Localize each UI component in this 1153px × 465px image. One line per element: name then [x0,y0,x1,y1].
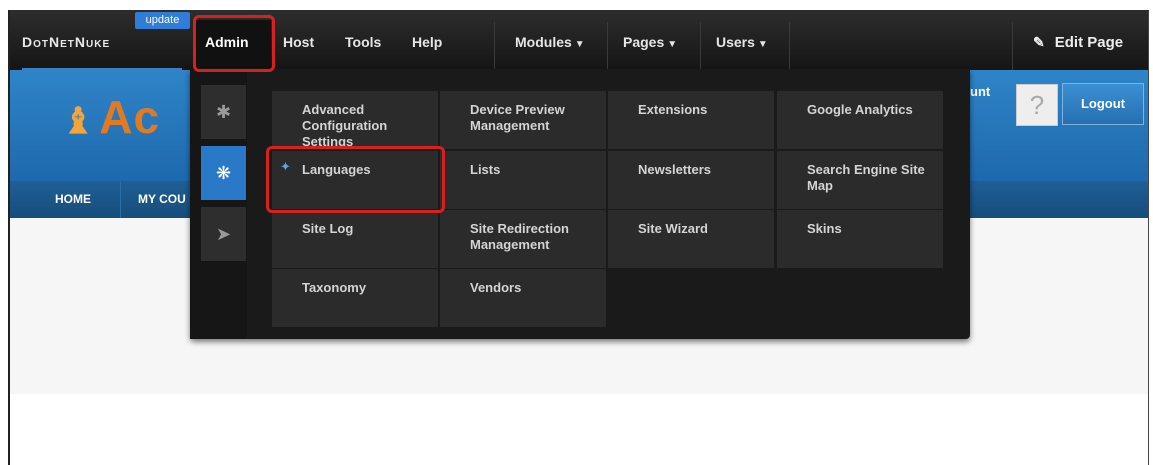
pencil-icon: ✎ [1033,34,1045,50]
site-nav-home[interactable]: HOME [55,181,91,218]
menu-tile-google-analytics[interactable]: Google Analytics [777,91,943,149]
menu-modules[interactable]: Modules ▼ [515,34,585,50]
admin-side-tabs: ✱ ❋ ➤ [190,69,247,339]
caret-down-icon: ▼ [574,39,585,50]
tile-label: Site Wizard [638,221,708,236]
edit-page-button[interactable]: ✎ Edit Page [1033,34,1123,51]
tile-label: Languages [302,162,371,177]
site-logo[interactable]: ♝Ac [62,90,160,144]
logo-people-icon: ♝ [62,100,96,141]
menu-users-label: Users [716,34,755,50]
divider [1012,22,1013,70]
caret-down-icon: ▼ [667,39,678,50]
edit-page-label: Edit Page [1054,34,1124,51]
tile-label: Extensions [638,102,708,117]
menu-tile-search-engine-site-map[interactable]: Search Engine Site Map [777,151,943,209]
menu-admin-label: Admin [205,34,249,50]
languages-icon: ✦ [280,159,291,174]
tile-label: Skins [807,221,842,236]
divider [494,22,495,70]
menu-tile-skins[interactable]: Skins [777,210,943,268]
menu-tile-advanced-configuration[interactable]: Advanced Configuration Settings [272,91,438,149]
tile-label: Lists [470,162,501,177]
avatar[interactable]: ? [1016,84,1058,126]
logout-button[interactable]: Logout [1062,83,1144,125]
site-nav-courses[interactable]: MY COU [138,181,186,218]
menu-tile-languages[interactable]: ✦ Languages [272,151,438,209]
gears-icon[interactable]: ❋ [201,146,246,200]
menu-help[interactable]: Help [412,34,442,50]
menu-tile-site-redirection[interactable]: Site Redirection Management [440,210,606,268]
menu-host[interactable]: Host [283,34,314,50]
divider [120,181,121,218]
pin-icon[interactable]: ➤ [201,207,246,261]
tile-label: Search Engine Site Map [807,162,925,193]
caret-down-icon: ▼ [757,39,768,50]
tile-label: Vendors [470,280,522,295]
menu-tile-device-preview[interactable]: Device Preview Management [440,91,606,149]
menu-tile-site-wizard[interactable]: Site Wizard [608,210,774,268]
tile-label: Device Preview Management [470,102,565,133]
tile-label: Site Redirection Management [470,221,569,252]
frame-border [8,10,10,465]
admin-mega-menu: ✱ ❋ ➤ Advanced Configuration Settings De… [190,69,970,339]
tile-label: Google Analytics [807,102,913,117]
menu-modules-label: Modules [515,34,572,50]
tile-label: Newsletters [638,162,711,177]
update-badge[interactable]: update [135,12,190,29]
tile-label: Advanced Configuration Settings [302,102,388,149]
account-link[interactable]: unt [970,84,1014,126]
tile-label: Site Log [302,221,354,236]
dotnetnuke-logo[interactable]: DotNetNuke [22,34,110,50]
menu-tile-site-log[interactable]: Site Log [272,210,438,268]
menu-users[interactable]: Users ▼ [716,34,768,50]
menu-tile-lists[interactable]: Lists [440,151,606,209]
frame-border [1148,10,1149,465]
menu-pages[interactable]: Pages ▼ [623,34,677,50]
tile-label: Taxonomy [302,280,367,295]
menu-tile-taxonomy[interactable]: Taxonomy [272,269,438,327]
menu-pages-label: Pages [623,34,665,50]
menu-tools[interactable]: Tools [345,34,381,50]
gear-icon[interactable]: ✱ [201,85,246,139]
menu-admin[interactable]: Admin [193,20,271,68]
menu-tile-vendors[interactable]: Vendors [440,269,606,327]
control-bar: DotNetNuke update Admin Host Tools Help … [10,10,1148,71]
divider [789,22,790,70]
divider [607,22,608,70]
menu-tile-extensions[interactable]: Extensions [608,91,774,149]
menu-tile-newsletters[interactable]: Newsletters [608,151,774,209]
divider [700,22,701,70]
site-logo-text: Ac [99,91,161,143]
